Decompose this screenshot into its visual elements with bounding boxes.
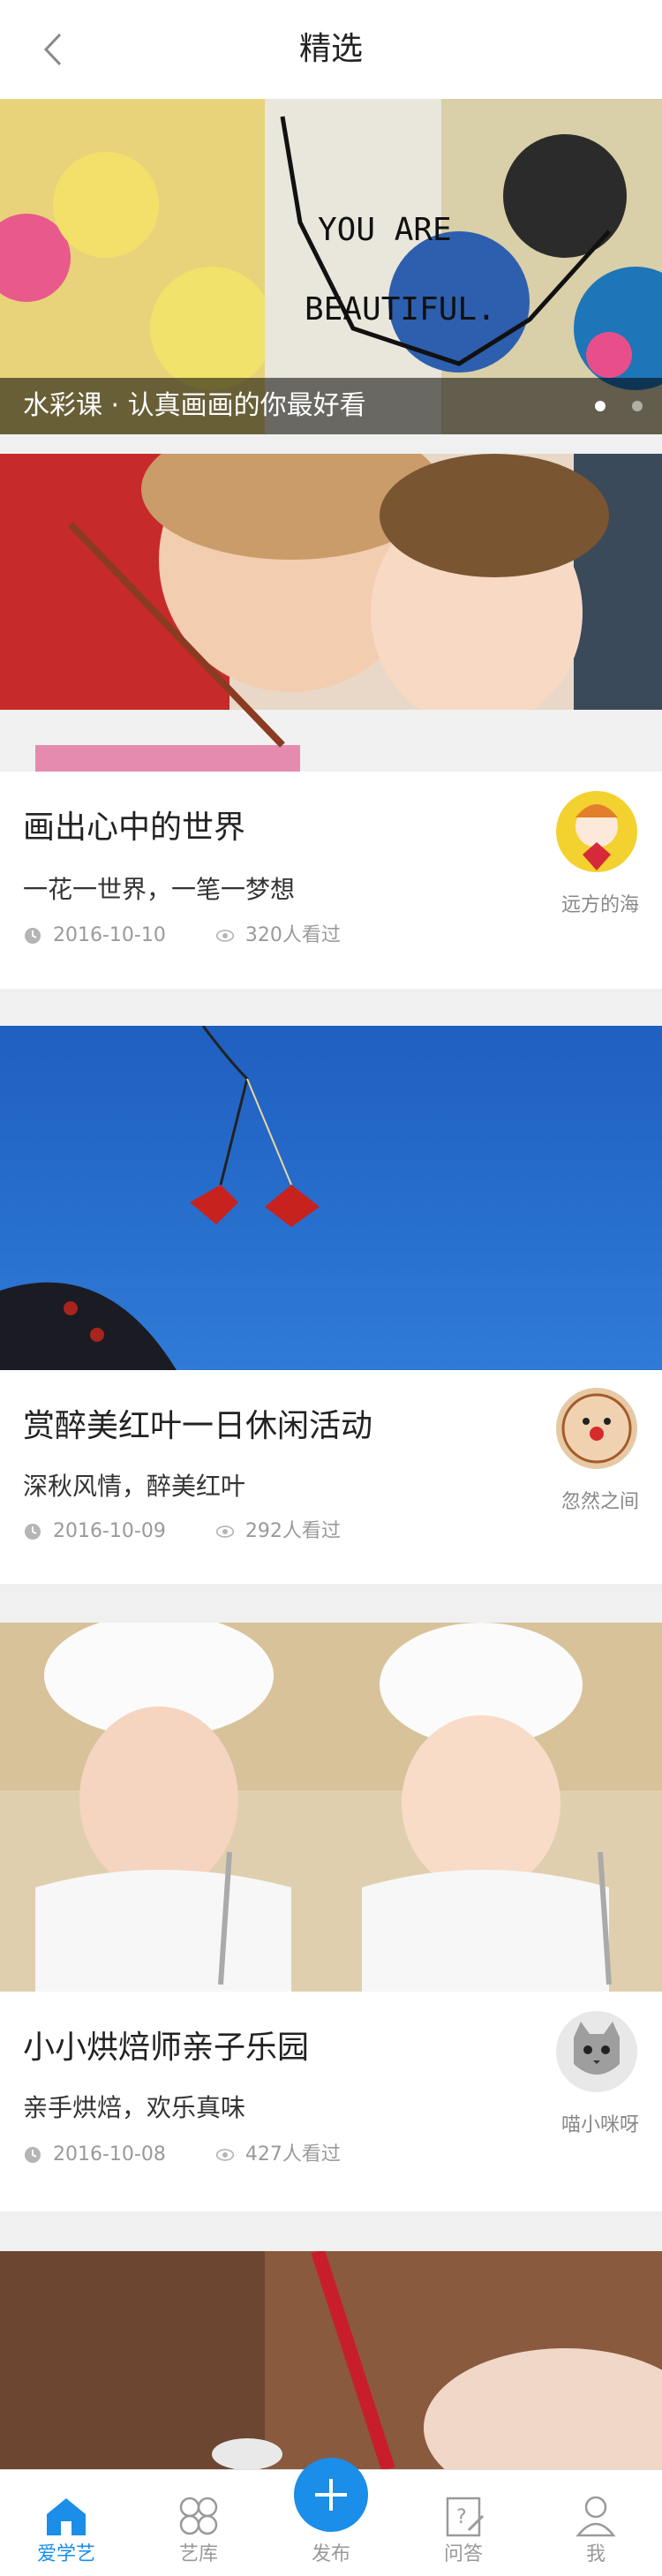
article-views: 427人看过 (215, 2141, 341, 2169)
svg-text:BEAUTIFUL.: BEAUTIFUL. (305, 291, 496, 328)
clock-icon (23, 2145, 42, 2165)
carousel-indicator (595, 401, 643, 411)
tab-label: 爱学艺 (36, 2543, 95, 2565)
avatar[interactable] (556, 1388, 637, 1469)
article-date: 2016-10-09 (53, 1520, 166, 1542)
article-subtitle: 亲手烘焙，欢乐真味 (23, 2093, 246, 2122)
tab-publish[interactable]: 发布 (265, 2458, 397, 2576)
banner-caption-bar: 水彩课 · 认真画画的你最好看 (0, 378, 662, 434)
grid-icon (179, 2497, 218, 2535)
article-image (0, 454, 662, 772)
article-views: 292人看过 (215, 1518, 341, 1546)
home-icon (47, 2498, 86, 2535)
eye-icon (215, 2145, 235, 2165)
eye-icon (215, 1522, 235, 1541)
tab-label: 问答 (443, 2543, 483, 2565)
page-title: 精选 (298, 31, 363, 67)
tab-label: 发布 (311, 2543, 350, 2565)
eye-icon (215, 926, 235, 945)
article-subtitle: 一花一世界，一笔一梦想 (23, 875, 296, 904)
tab-qa[interactable]: ? 问答 (397, 2470, 530, 2576)
carousel-dot (632, 401, 643, 411)
author-name: 忽然之间 (560, 1491, 639, 1513)
tab-home[interactable]: 爱学艺 (0, 2470, 132, 2576)
article-card[interactable] (0, 2251, 662, 2469)
article-title: 画出心中的世界 (23, 810, 246, 846)
article-title: 赏醉美红叶一日休闲活动 (23, 1408, 373, 1444)
user-icon (575, 2496, 616, 2537)
clock-icon (23, 926, 42, 945)
nav-header: 精选 (0, 0, 662, 99)
avatar[interactable] (556, 2011, 637, 2092)
bottom-tab-bar: 爱学艺 艺库 发布 ? 问答 我 (0, 2458, 662, 2576)
clock-icon (23, 1522, 42, 1541)
article-view-count: 292人看过 (244, 1520, 341, 1542)
article-views: 320人看过 (215, 922, 341, 950)
tab-label: 艺库 (178, 2543, 218, 2565)
article-image (0, 1026, 662, 1370)
article-card[interactable]: 赏醉美红叶一日休闲活动 深秋风情，醉美红叶 2016-10-09 292人看过 … (0, 1026, 662, 1584)
plus-icon (315, 2479, 347, 2511)
article-subtitle: 深秋风情，醉美红叶 (23, 1472, 246, 1501)
publish-button[interactable] (294, 2458, 368, 2532)
avatar[interactable] (556, 791, 637, 872)
question-icon: ? (446, 2497, 485, 2537)
author-name: 喵小咪呀 (560, 2114, 639, 2136)
article-meta: 2016-10-09 292人看过 (23, 1518, 341, 1546)
article-date: 2016-10-08 (53, 2143, 166, 2165)
svg-text:YOU ARE: YOU ARE (318, 212, 452, 248)
article-meta: 2016-10-08 427人看过 (23, 2141, 341, 2169)
article-view-count: 320人看过 (244, 924, 341, 946)
article-image (0, 2251, 662, 2469)
article-card[interactable]: 画出心中的世界 一花一世界，一笔一梦想 2016-10-10 320人看过 远方… (0, 454, 662, 989)
banner-caption: 水彩课 · 认真画画的你最好看 (23, 390, 366, 421)
article-view-count: 427人看过 (244, 2143, 341, 2165)
tab-library[interactable]: 艺库 (132, 2470, 265, 2576)
tab-label: 我 (585, 2543, 606, 2565)
article-title: 小小烘焙师亲子乐园 (23, 2030, 310, 2066)
carousel-dot-active (595, 401, 606, 411)
banner-carousel[interactable]: YOU ARE BEAUTIFUL. 水彩课 · 认真画画的你最好看 (0, 99, 662, 434)
tab-me[interactable]: 我 (530, 2470, 662, 2576)
article-image (0, 1623, 662, 1992)
svg-text:?: ? (456, 2506, 467, 2528)
article-meta: 2016-10-10 320人看过 (23, 922, 341, 950)
article-date: 2016-10-10 (53, 924, 166, 946)
author-name: 远方的海 (560, 894, 639, 916)
article-card[interactable]: 小小烘焙师亲子乐园 亲手烘焙，欢乐真味 2016-10-08 427人看过 喵小… (0, 1623, 662, 2211)
